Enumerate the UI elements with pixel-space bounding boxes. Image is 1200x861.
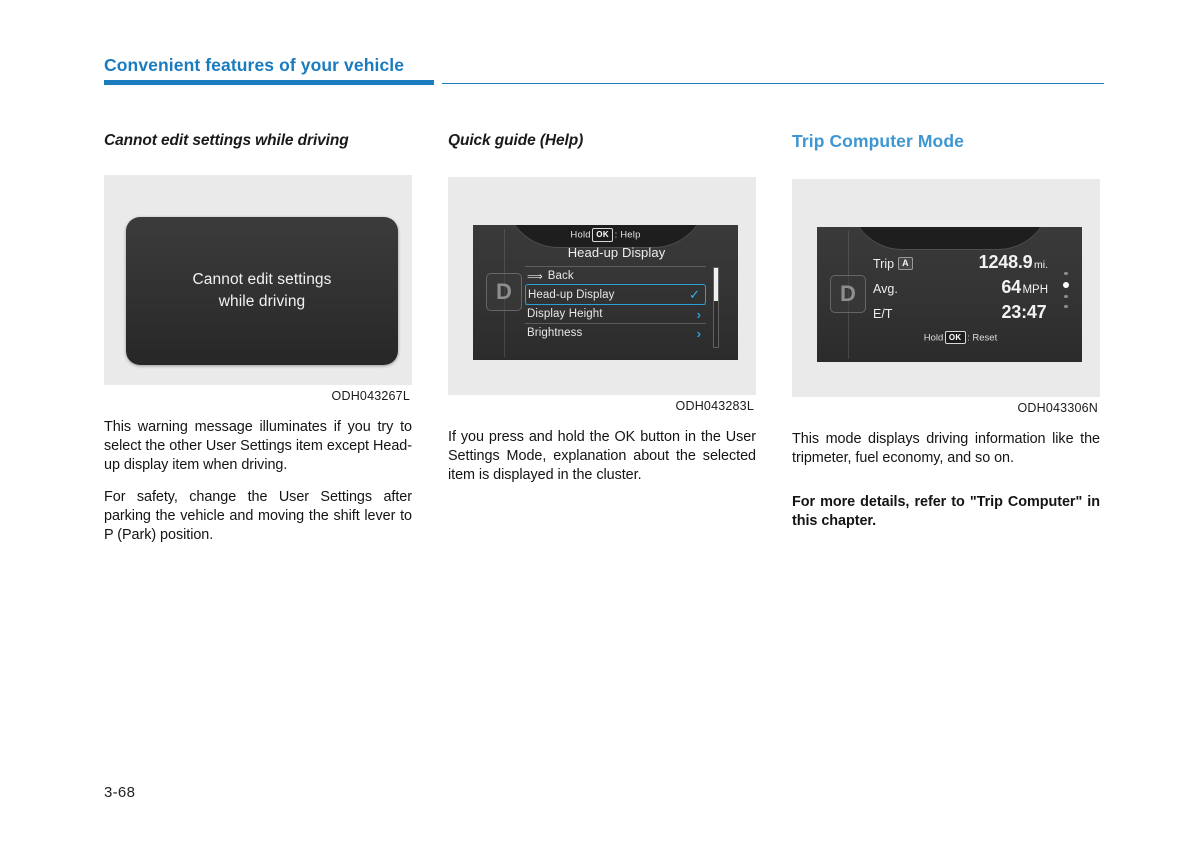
trip-row-label: Avg.	[873, 281, 898, 296]
menu-item-label: Head-up Display	[528, 288, 615, 301]
chapter-header: Convenient features of your vehicle	[104, 55, 1104, 87]
warning-popup: Cannot edit settings while driving	[126, 217, 398, 366]
menu-item-label: Back	[547, 270, 574, 283]
cluster-display-hud: Hold OK: Help D Head-up Display ⟸ Back He…	[473, 225, 738, 361]
left-figure-caption: ODH043267L	[331, 389, 410, 404]
menu-item-head-up-display[interactable]: Head-up Display ✓	[525, 284, 706, 306]
header-rule-thin	[442, 82, 1104, 85]
gear-indicator-d: D	[830, 274, 866, 313]
chapter-title: Convenient features of your vehicle	[104, 55, 405, 75]
trip-row-label-group: Avg.	[873, 282, 898, 296]
ok-key-badge: OK	[944, 330, 966, 345]
right-paragraph-1: This mode displays driving information l…	[792, 430, 1100, 466]
chevron-right-icon: ›	[696, 306, 701, 322]
column-left: Cannot edit settings while driving Canno…	[104, 130, 412, 545]
help-hint: Hold OK: Help	[473, 228, 738, 242]
menu-item-brightness[interactable]: Brightness ›	[525, 323, 706, 342]
trip-row-value-group: 64 MPH	[1001, 277, 1048, 298]
page-dot[interactable]	[1064, 294, 1068, 299]
left-paragraph-2: For safety, change the User Settings aft…	[104, 488, 412, 543]
content-columns: Cannot edit settings while driving Canno…	[104, 130, 1100, 545]
middle-figure-caption: ODH043283L	[675, 399, 754, 414]
trip-row-label-group: E/T	[873, 307, 892, 321]
page-indicator-dots	[1063, 271, 1069, 309]
gear-indicator-d: D	[486, 273, 522, 312]
menu-item-label: Brightness	[527, 327, 583, 340]
middle-paragraph-1: If you press and hold the OK button in t…	[448, 429, 756, 484]
trip-row-et: E/T 23:47	[873, 302, 1048, 327]
warning-popup-line1: Cannot edit settings	[192, 271, 332, 289]
header-rule-thick	[104, 79, 434, 85]
trip-row-avg: Avg. 64 MPH	[873, 277, 1048, 302]
reset-hint: Hold OK: Reset	[873, 330, 1048, 345]
ok-key-badge: OK	[592, 228, 614, 242]
hud-menu-title: Head-up Display	[567, 245, 666, 261]
menu-item-back[interactable]: ⟸ Back	[525, 266, 706, 285]
chevron-right-icon: ›	[696, 325, 701, 341]
right-heading: Trip Computer Mode	[792, 131, 964, 151]
column-right: Trip Computer Mode D Trip A 1248.9 mi. A…	[792, 130, 1100, 545]
trip-computer-rows: Trip A 1248.9 mi. Avg. 64 MPH E/T 23:47	[873, 252, 1048, 327]
left-paragraph-1: This warning message illuminates if you …	[104, 419, 412, 474]
trip-row-label: Trip	[873, 256, 895, 271]
warning-figure: Cannot edit settings while driving	[104, 175, 412, 386]
trip-row-value: 23:47	[1001, 301, 1047, 322]
trip-a-badge: A	[898, 257, 913, 271]
warning-popup-line2: while driving	[218, 293, 306, 311]
back-arrow-icon: ⟸	[527, 270, 543, 283]
hud-menu-list: ⟸ Back Head-up Display ✓ Display Height …	[525, 266, 706, 342]
quick-guide-figure: Hold OK: Help D Head-up Display ⟸ Back He…	[448, 177, 756, 396]
page-number: 3-68	[104, 784, 136, 801]
trip-computer-figure: D Trip A 1248.9 mi. Avg. 64 MPH E/T 23:4…	[792, 178, 1100, 397]
right-paragraph-bold: For more details, refer to "Trip Compute…	[792, 494, 1100, 530]
column-middle: Quick guide (Help) Hold OK: Help D Head-u…	[448, 130, 756, 545]
help-hint-prefix: Hold	[570, 229, 591, 241]
menu-item-display-height[interactable]: Display Height ›	[525, 304, 706, 323]
trip-row-unit: MPH	[1022, 283, 1048, 296]
trip-row-value: 64	[1001, 276, 1021, 297]
warning-popup-text: Cannot edit settings while driving	[192, 269, 331, 313]
trip-row-trip: Trip A 1248.9 mi.	[873, 252, 1048, 277]
checkmark-icon: ✓	[689, 287, 700, 303]
header-rules	[104, 79, 1104, 87]
left-heading: Cannot edit settings while driving	[104, 132, 349, 149]
trip-row-value: 1248.9	[978, 251, 1033, 272]
trip-row-unit: mi.	[1034, 258, 1048, 271]
reset-hint-prefix: Hold	[923, 332, 944, 344]
trip-row-label: E/T	[873, 306, 893, 321]
reset-hint-suffix: : Reset	[967, 332, 998, 344]
help-hint-suffix: : Help	[614, 229, 641, 241]
menu-scrollbar[interactable]	[713, 267, 719, 349]
page-dot[interactable]	[1064, 305, 1068, 309]
menu-scrollbar-thumb[interactable]	[714, 268, 718, 302]
page-dot[interactable]	[1064, 271, 1068, 275]
page-dot-active[interactable]	[1063, 281, 1069, 288]
trip-row-label-group: Trip A	[873, 257, 913, 271]
cluster-hood-shape	[849, 226, 1050, 249]
middle-heading: Quick guide (Help)	[448, 132, 584, 149]
manual-page: Convenient features of your vehicle Cann…	[0, 0, 1200, 861]
trip-row-value-group: 23:47	[1001, 302, 1048, 323]
right-figure-caption: ODH043306N	[1017, 400, 1098, 415]
trip-row-value-group: 1248.9 mi.	[979, 252, 1048, 273]
cluster-display-trip: D Trip A 1248.9 mi. Avg. 64 MPH E/T 23:4…	[817, 226, 1082, 362]
menu-item-label: Display Height	[527, 308, 603, 321]
